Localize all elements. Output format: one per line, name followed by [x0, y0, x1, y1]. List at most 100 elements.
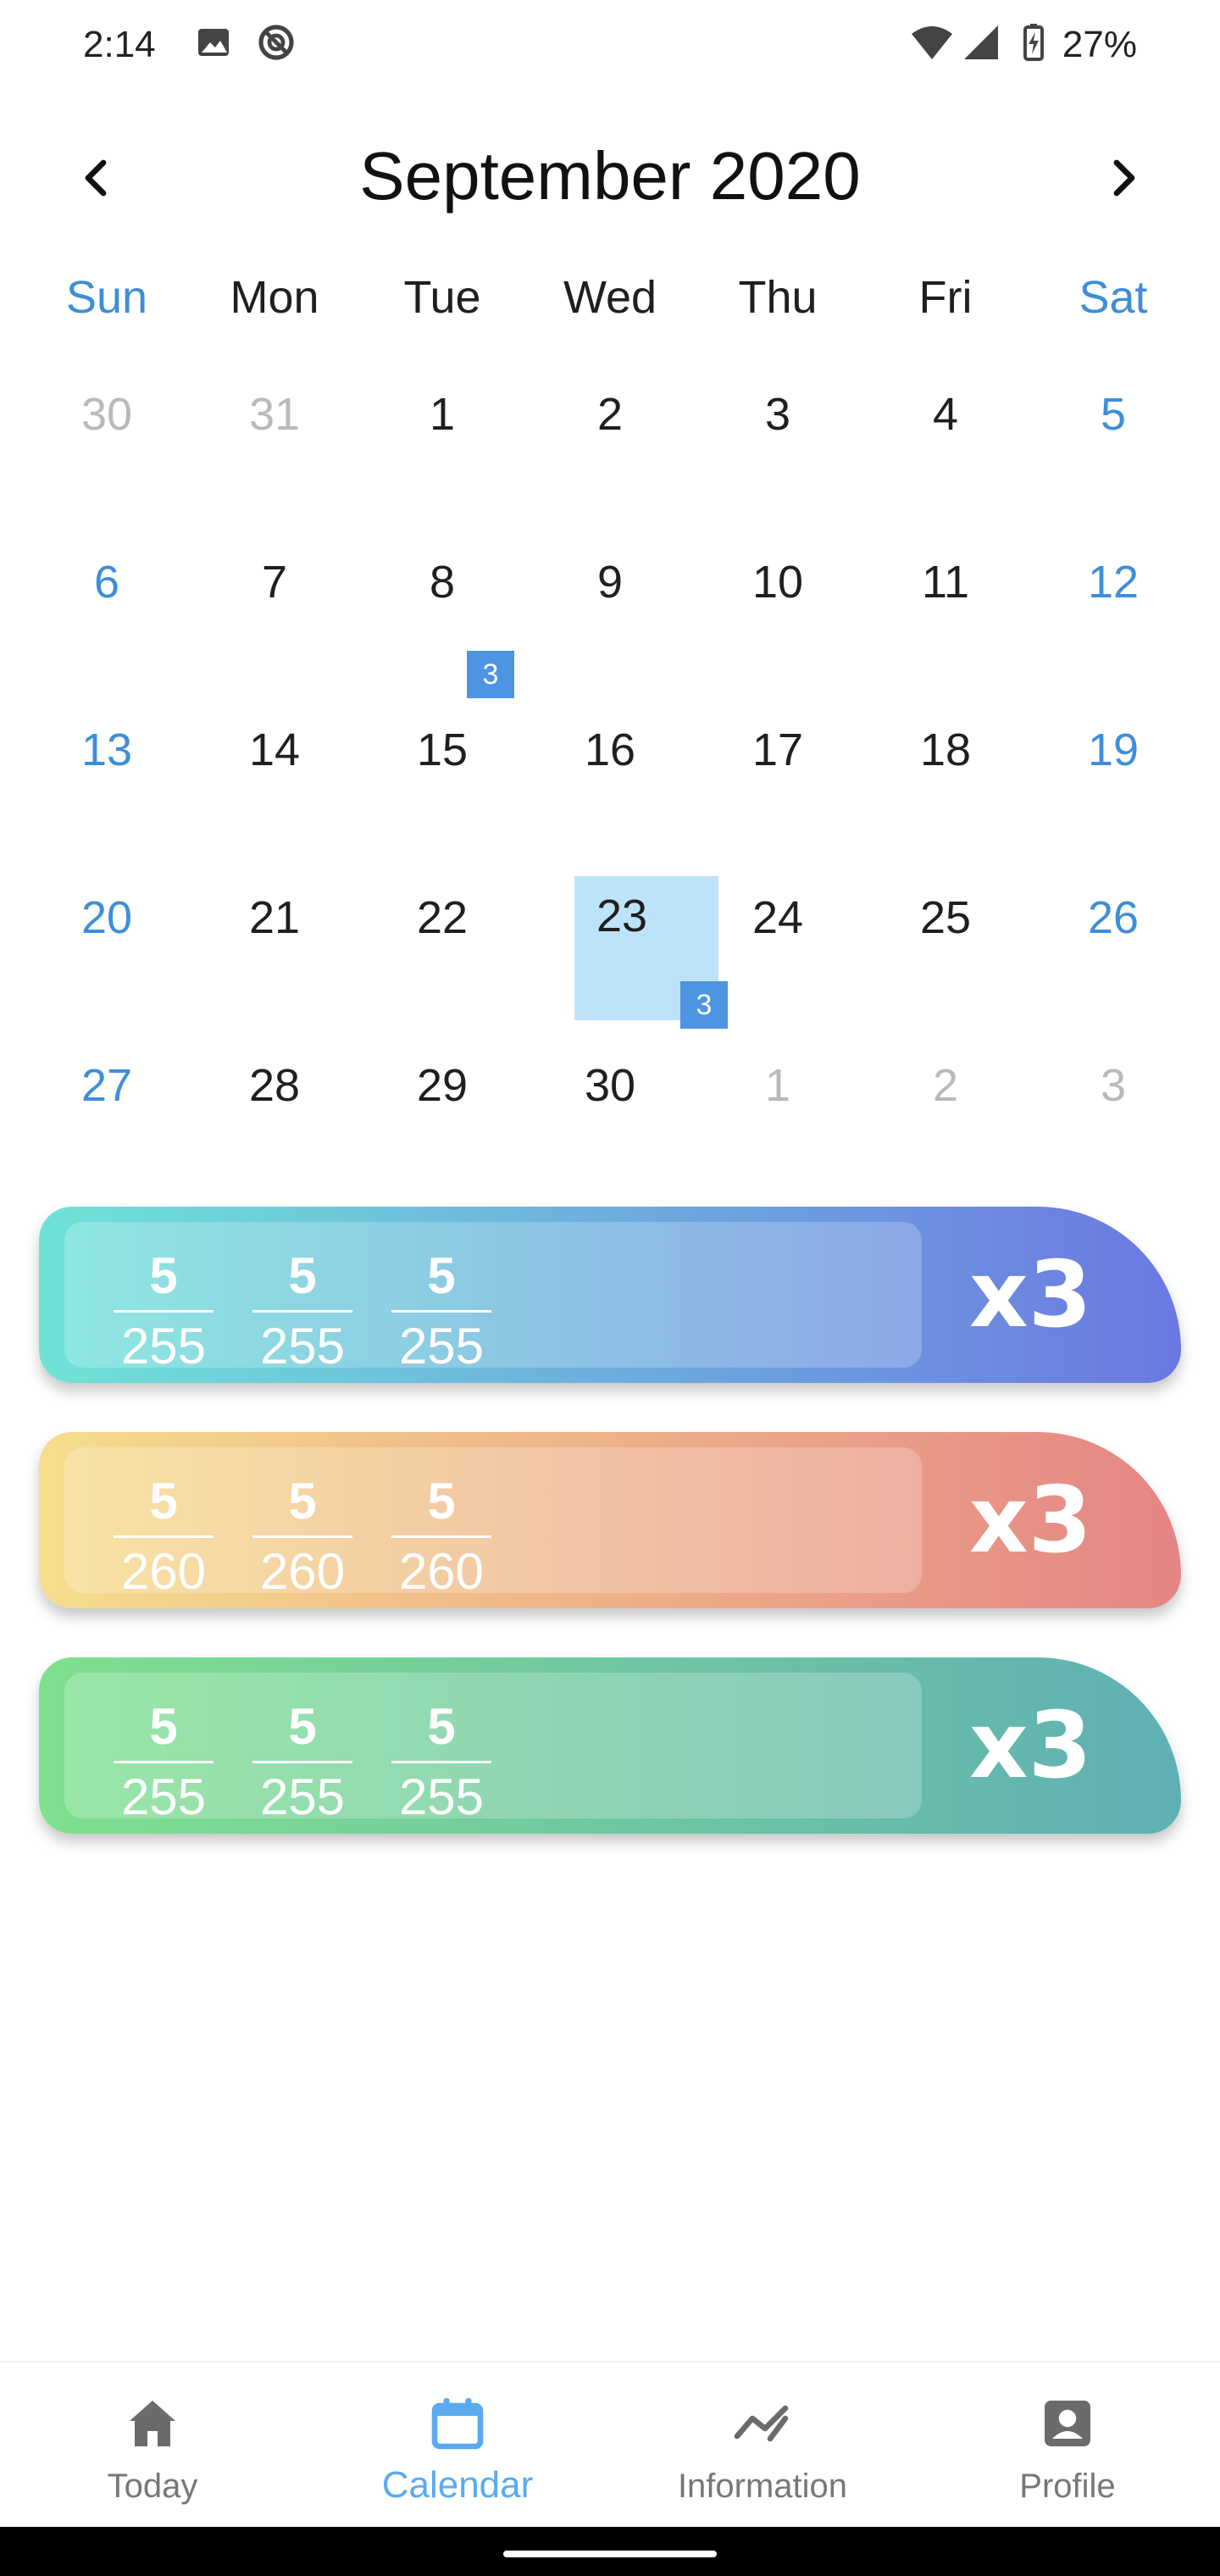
day-cell[interactable]: 10: [694, 541, 862, 708]
next-month-button[interactable]: [1095, 147, 1156, 208]
home-icon: [130, 2401, 175, 2446]
dose-multiplier: x3: [969, 1468, 1092, 1574]
day-cell[interactable]: 17: [694, 708, 862, 876]
day-cell[interactable]: 24: [694, 876, 862, 1044]
day-cell[interactable]: 7: [191, 541, 358, 708]
day-number: 3: [1100, 1060, 1127, 1111]
dose-fraction: 5 255: [114, 1698, 214, 1828]
day-cell[interactable]: 9: [526, 541, 694, 708]
day-number: 30: [584, 1060, 636, 1111]
week-row: 6 7 8 3 9 10 11 12: [23, 541, 1197, 708]
weekday-wed: Wed: [563, 272, 657, 323]
day-cell[interactable]: 3: [1029, 1044, 1197, 1212]
dose-card-panel: 5 255 5 255 5 255: [64, 1673, 922, 1825]
nav-label-today: Today: [107, 2468, 198, 2505]
day-number: 3: [764, 389, 791, 440]
day-number: 21: [248, 892, 301, 943]
day-number: 24: [751, 892, 804, 943]
day-cell[interactable]: 12: [1029, 541, 1197, 708]
day-number: 5: [1100, 389, 1127, 440]
week-row: 13 14 15 16 17 18 19: [23, 708, 1197, 876]
weekday-sun: Sun: [65, 272, 148, 323]
day-cell[interactable]: 30: [526, 1044, 694, 1212]
nav-item-information[interactable]: Information: [610, 2362, 915, 2529]
status-time: 2:14: [83, 24, 156, 65]
day-cell[interactable]: 16: [526, 708, 694, 876]
dose-fraction: 5 255: [252, 1698, 352, 1828]
day-cell[interactable]: 1: [694, 1044, 862, 1212]
day-number: 31: [248, 389, 301, 440]
bottom-navigation: Today Calendar Information Profile: [0, 2361, 1220, 2527]
nav-item-calendar[interactable]: Calendar: [305, 2362, 610, 2529]
day-cell[interactable]: 1: [358, 373, 526, 541]
fraction-numerator: 5: [149, 1473, 178, 1530]
day-cell[interactable]: 3: [694, 373, 862, 541]
day-cell[interactable]: 6: [23, 541, 191, 708]
nav-item-today[interactable]: Today: [0, 2362, 305, 2529]
fraction-denominator: 255: [120, 1768, 207, 1825]
fraction-denominator: 260: [398, 1543, 485, 1600]
wifi-icon: [910, 22, 952, 63]
day-number: 22: [416, 892, 469, 943]
day-number: 10: [751, 557, 804, 608]
dose-card-panel: 5 260 5 260 5 260: [64, 1447, 922, 1600]
dose-fraction: 5 260: [114, 1473, 214, 1602]
home-gesture-handle[interactable]: [503, 2551, 717, 2557]
day-cell[interactable]: 27: [23, 1044, 191, 1212]
fraction-bar: [391, 1310, 491, 1313]
nav-label-profile: Profile: [1019, 2468, 1116, 2505]
day-cell[interactable]: 25: [862, 876, 1029, 1044]
dose-card[interactable]: 5 255 5 255 5 255 x3: [39, 1657, 1181, 1834]
day-number: 2: [596, 389, 624, 440]
day-cell[interactable]: 22: [358, 876, 526, 1044]
day-number: 30: [80, 389, 133, 440]
day-cell[interactable]: 13: [23, 708, 191, 876]
day-cell-selected[interactable]: 23 3: [526, 876, 728, 1044]
fraction-denominator: 255: [398, 1318, 485, 1374]
day-cell[interactable]: 5: [1029, 373, 1197, 541]
weekday-sat: Sat: [1079, 272, 1148, 323]
day-number: 4: [932, 389, 959, 440]
day-cell[interactable]: 2: [862, 1044, 1029, 1212]
fraction-bar: [252, 1310, 352, 1313]
do-not-disturb-icon: [256, 22, 297, 63]
day-cell[interactable]: 14: [191, 708, 358, 876]
dose-card[interactable]: 5 255 5 255 5 255 x3: [39, 1207, 1181, 1383]
fraction-denominator: 260: [120, 1543, 207, 1600]
fraction-bar: [391, 1761, 491, 1763]
day-cell[interactable]: 21: [191, 876, 358, 1044]
day-number: 19: [1087, 724, 1140, 775]
month-title: September 2020: [359, 138, 861, 214]
day-number: 7: [261, 557, 288, 608]
fraction-bar: [252, 1761, 352, 1763]
day-cell[interactable]: 2: [526, 373, 694, 541]
day-number: 23: [596, 891, 648, 941]
day-cell[interactable]: 31: [191, 373, 358, 541]
nav-label-calendar: Calendar: [381, 2464, 534, 2506]
day-cell[interactable]: 29: [358, 1044, 526, 1212]
day-cell[interactable]: 4: [862, 373, 1029, 541]
day-cell[interactable]: 15: [358, 708, 526, 876]
day-cell[interactable]: 18: [862, 708, 1029, 876]
day-cell[interactable]: 19: [1029, 708, 1197, 876]
fraction-numerator: 5: [288, 1473, 317, 1530]
fraction-denominator: 255: [120, 1318, 207, 1374]
day-cell[interactable]: 30: [23, 373, 191, 541]
week-row: 30 31 1 2 3 4 5: [23, 373, 1197, 541]
day-number: 9: [596, 557, 624, 608]
day-cell[interactable]: 83: [358, 541, 526, 708]
dose-card[interactable]: 5 260 5 260 5 260 x3: [39, 1432, 1181, 1608]
dose-fraction: 5 255: [252, 1247, 352, 1377]
nav-item-profile[interactable]: Profile: [915, 2362, 1220, 2529]
day-number: 27: [80, 1060, 133, 1111]
day-cell[interactable]: 26: [1029, 876, 1197, 1044]
profile-icon: [1045, 2401, 1090, 2446]
day-cell[interactable]: 20: [23, 876, 191, 1044]
day-number: 2: [932, 1060, 959, 1111]
weekday-fri: Fri: [918, 272, 973, 323]
month-header: September 2020: [0, 127, 1220, 229]
day-cell[interactable]: 28: [191, 1044, 358, 1212]
day-number: 8: [429, 557, 456, 608]
day-cell[interactable]: 11: [862, 541, 1029, 708]
cellular-signal-icon: [961, 22, 1001, 63]
